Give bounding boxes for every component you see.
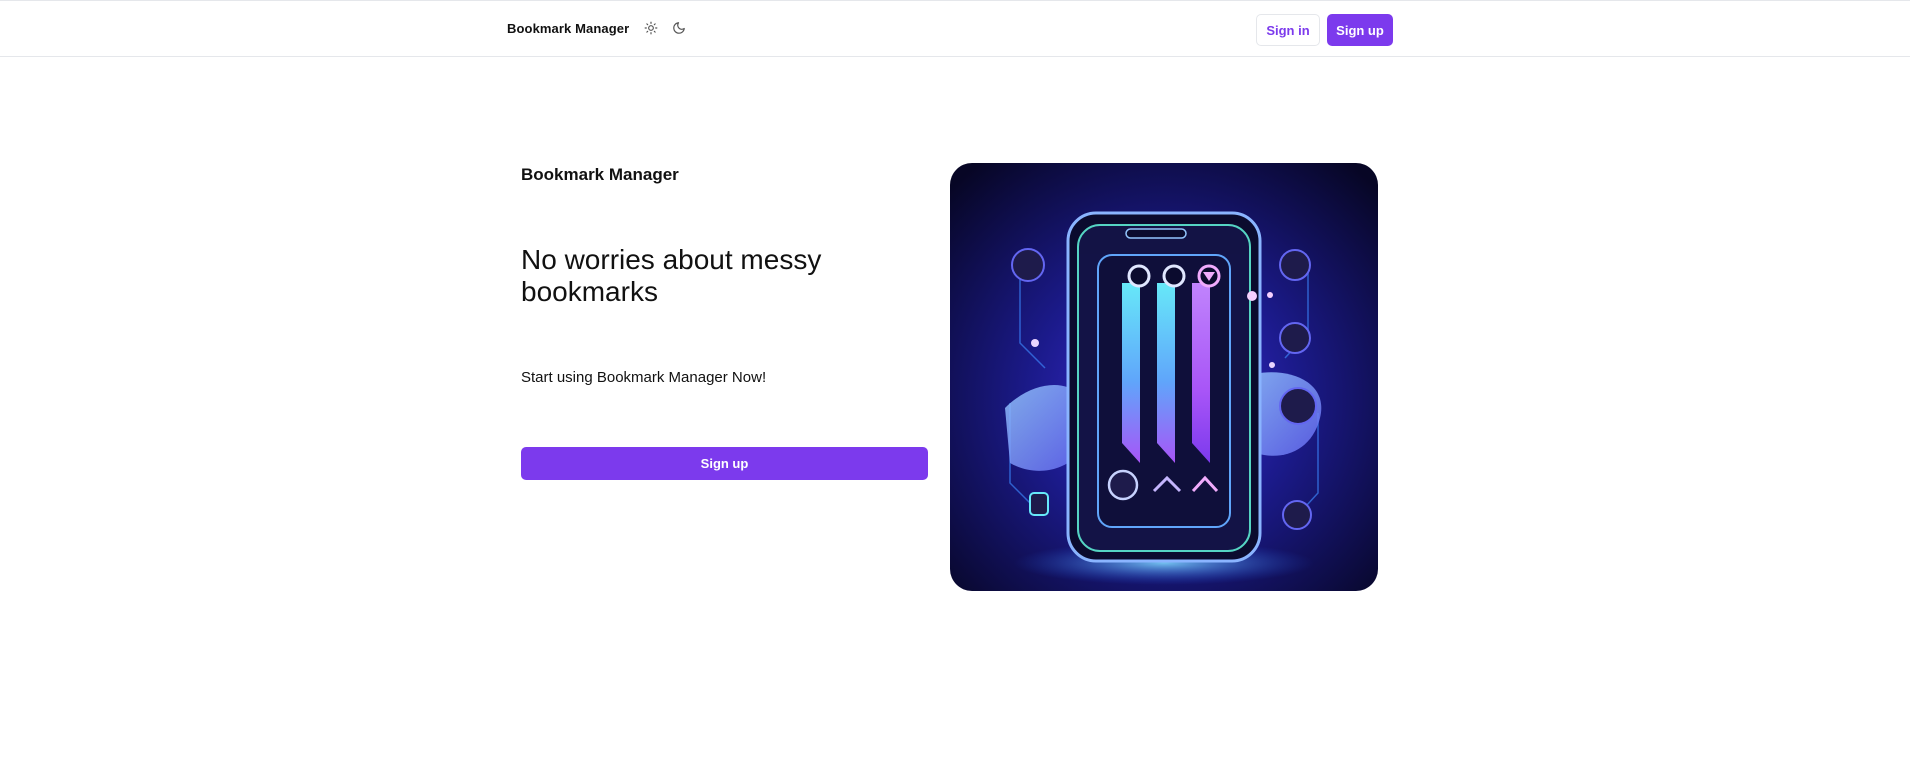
top-navigation-bar: Bookmark Manager Sign in Sign up xyxy=(0,0,1910,57)
hero-brand: Bookmark Manager xyxy=(521,165,679,184)
header-brand[interactable]: Bookmark Manager xyxy=(507,21,629,36)
dark-theme-button[interactable] xyxy=(671,20,687,36)
hero-subtext: Start using Bookmark Manager Now! xyxy=(521,369,767,386)
sign-in-button[interactable]: Sign in xyxy=(1256,14,1320,46)
hero-sign-up-button[interactable]: Sign up xyxy=(521,447,928,480)
hero-headline: No worries about messy bookmarks xyxy=(521,244,822,307)
sun-icon xyxy=(644,21,658,35)
moon-icon xyxy=(673,22,685,34)
header-sign-up-button[interactable]: Sign up xyxy=(1327,14,1393,46)
hero-illustration xyxy=(950,163,1378,591)
light-theme-button[interactable] xyxy=(643,20,659,36)
